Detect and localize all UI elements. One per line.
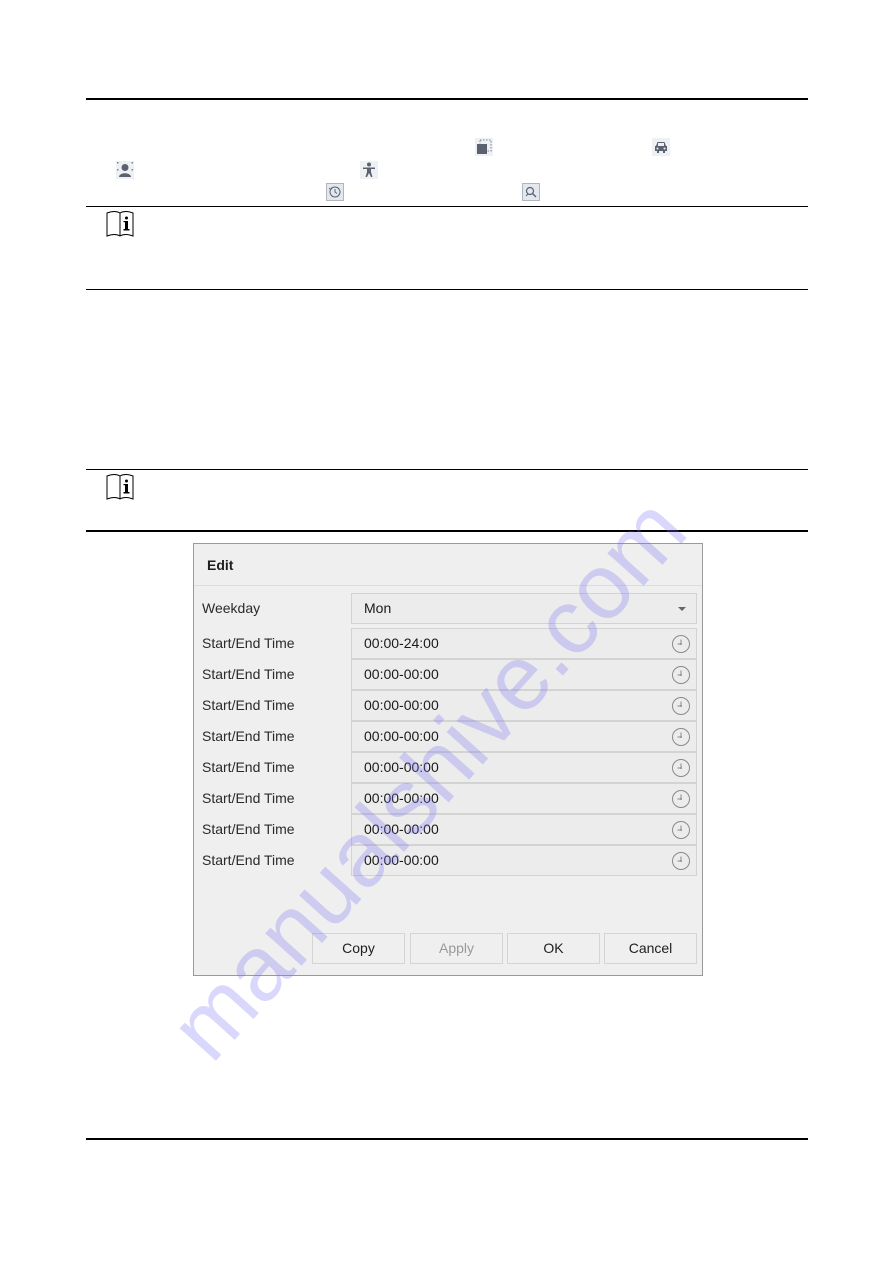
time-range-value: 00:00-00:00 <box>364 790 439 806</box>
time-range-value: 00:00-00:00 <box>364 728 439 744</box>
time-range-value: 00:00-00:00 <box>364 821 439 837</box>
time-range-value: 00:00-00:00 <box>364 697 439 713</box>
dialog-title: Edit <box>207 556 234 573</box>
note-info-icon <box>106 473 144 501</box>
footer-rule <box>86 1138 808 1140</box>
time-row: Start/End Time 00:00-00:00 <box>194 721 702 752</box>
clock-icon[interactable] <box>671 634 691 654</box>
clock-icon[interactable] <box>671 758 691 778</box>
copy-button[interactable]: Copy <box>312 933 405 964</box>
time-row: Start/End Time 00:00-00:00 <box>194 814 702 845</box>
start-end-time-label: Start/End Time <box>202 821 295 837</box>
start-end-time-label: Start/End Time <box>202 666 295 682</box>
time-range-input[interactable]: 00:00-00:00 <box>351 721 697 752</box>
time-range-input[interactable]: 00:00-00:00 <box>351 783 697 814</box>
time-range-input[interactable]: 00:00-00:00 <box>351 752 697 783</box>
time-range-value: 00:00-00:00 <box>364 852 439 868</box>
clock-icon[interactable] <box>671 851 691 871</box>
face-icon <box>116 161 134 179</box>
search-icon <box>522 183 540 201</box>
note-info-icon <box>106 210 144 238</box>
header-rule <box>86 98 808 100</box>
edit-dialog: Edit Weekday Mon Start/End Time 00:00-24:… <box>193 543 703 976</box>
time-row: Start/End Time 00:00-00:00 <box>194 845 702 876</box>
time-row: Start/End Time 00:00-00:00 <box>194 659 702 690</box>
start-end-time-label: Start/End Time <box>202 728 295 744</box>
start-end-time-label: Start/End Time <box>202 759 295 775</box>
note-top-rule <box>86 469 808 470</box>
weekday-select[interactable]: Mon <box>351 593 697 624</box>
time-row: Start/End Time 00:00-00:00 <box>194 690 702 721</box>
time-range-value: 00:00-00:00 <box>364 759 439 775</box>
vehicle-icon <box>652 138 670 156</box>
start-end-time-label: Start/End Time <box>202 635 295 651</box>
clock-icon[interactable] <box>671 789 691 809</box>
start-end-time-label: Start/End Time <box>202 697 295 713</box>
note-bottom-rule <box>86 289 808 290</box>
apply-button[interactable]: Apply <box>410 933 503 964</box>
time-range-value: 00:00-24:00 <box>364 635 439 651</box>
clock-icon[interactable] <box>671 665 691 685</box>
weekday-row: Weekday Mon <box>194 593 702 624</box>
playback-icon <box>326 183 344 201</box>
time-range-input[interactable]: 00:00-00:00 <box>351 659 697 690</box>
chevron-down-icon <box>678 607 686 611</box>
ok-button[interactable]: OK <box>507 933 600 964</box>
note-bottom-rule <box>86 530 808 532</box>
note-top-rule <box>86 206 808 207</box>
time-range-value: 00:00-00:00 <box>364 666 439 682</box>
dialog-header: Edit <box>194 544 702 586</box>
clock-icon[interactable] <box>671 696 691 716</box>
time-range-input[interactable]: 00:00-00:00 <box>351 814 697 845</box>
human-body-icon <box>360 161 378 179</box>
time-range-input[interactable]: 00:00-00:00 <box>351 690 697 721</box>
time-row: Start/End Time 00:00-00:00 <box>194 783 702 814</box>
time-row: Start/End Time 00:00-00:00 <box>194 752 702 783</box>
weekday-value: Mon <box>364 600 392 616</box>
weekday-label: Weekday <box>202 600 261 616</box>
start-end-time-label: Start/End Time <box>202 852 295 868</box>
cancel-button[interactable]: Cancel <box>604 933 697 964</box>
time-row: Start/End Time 00:00-24:00 <box>194 628 702 659</box>
time-range-input[interactable]: 00:00-24:00 <box>351 628 697 659</box>
time-range-input[interactable]: 00:00-00:00 <box>351 845 697 876</box>
clock-icon[interactable] <box>671 820 691 840</box>
area-icon <box>475 138 493 156</box>
clock-icon[interactable] <box>671 727 691 747</box>
start-end-time-label: Start/End Time <box>202 790 295 806</box>
